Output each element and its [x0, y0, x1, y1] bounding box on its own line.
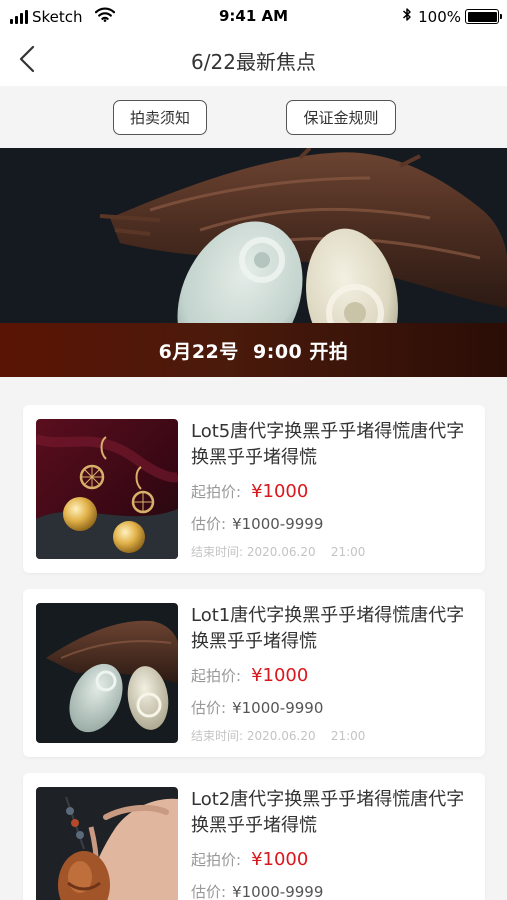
- end-time-value: 2020.06.20 21:00: [246, 545, 366, 559]
- lot-title: Lot5唐代字换黑乎乎堵得慌唐代字换黑乎乎堵得慌: [191, 421, 465, 468]
- lot-thumbnail: [36, 603, 178, 743]
- nav-bar: 6/22最新焦点: [0, 34, 507, 86]
- estimate-label: 估价:: [191, 883, 227, 900]
- start-price-row: 起拍价: ¥1000: [191, 481, 308, 502]
- end-time-value: 2020.06.20 21:00: [246, 729, 366, 743]
- end-time-label: 结束时间:: [191, 545, 244, 559]
- estimate-label: 估价:: [191, 699, 227, 717]
- end-time-row: 结束时间: 2020.06.20 21:00: [191, 727, 365, 744]
- estimate-value: ¥1000-9999: [232, 515, 324, 533]
- estimate-value: ¥1000-9990: [232, 699, 324, 717]
- estimate-row: 估价: ¥1000-9999: [191, 513, 323, 534]
- start-price-value: ¥1000: [251, 481, 309, 502]
- lot-card[interactable]: Lot5唐代字换黑乎乎堵得慌唐代字换黑乎乎堵得慌 起拍价: ¥1000 估价: ¥…: [23, 405, 485, 573]
- lot-card[interactable]: Lot2唐代字换黑乎乎堵得慌唐代字换黑乎乎堵得慌 起拍价: ¥1000 估价: ¥…: [23, 773, 485, 900]
- status-right: 100%: [402, 7, 502, 26]
- deposit-rules-button[interactable]: 保证金规则: [286, 100, 396, 135]
- estimate-value: ¥1000-9999: [232, 883, 324, 900]
- lot-thumbnail: [36, 419, 178, 559]
- estimate-row: 估价: ¥1000-9999: [191, 881, 323, 900]
- battery-icon: [465, 9, 502, 24]
- page-title: 6/22最新焦点: [191, 50, 316, 74]
- end-time-row: 结束时间: 2020.06.20 21:00: [191, 543, 365, 560]
- start-price-row: 起拍价: ¥1000: [191, 849, 308, 870]
- status-bar: Sketch 9:41 AM 100%: [0, 0, 507, 34]
- auction-start-time: 6月22号 9:00 开拍: [158, 340, 349, 363]
- auction-banner[interactable]: 6月22号 9:00 开拍: [0, 148, 507, 377]
- start-price-label: 起拍价:: [191, 483, 242, 501]
- start-price-value: ¥1000: [251, 665, 309, 686]
- lot-thumbnail: [36, 787, 178, 900]
- lot-card[interactable]: Lot1唐代字换黑乎乎堵得慌唐代字换黑乎乎堵得慌 起拍价: ¥1000 估价: ¥…: [23, 589, 485, 757]
- lot-title: Lot1唐代字换黑乎乎堵得慌唐代字换黑乎乎堵得慌: [191, 605, 465, 652]
- start-price-row: 起拍价: ¥1000: [191, 665, 308, 686]
- auction-notice-button[interactable]: 拍卖须知: [113, 100, 207, 135]
- start-price-value: ¥1000: [251, 849, 309, 870]
- battery-percent: 100%: [418, 7, 461, 26]
- lot-title: Lot2唐代字换黑乎乎堵得慌唐代字换黑乎乎堵得慌: [191, 789, 465, 836]
- jade-pendants-image: [36, 603, 178, 743]
- end-time-label: 结束时间:: [191, 729, 244, 743]
- action-button-row: 拍卖须知 保证金规则: [0, 86, 507, 148]
- banner-caption-strip: 6月22号 9:00 开拍: [0, 323, 507, 377]
- start-price-label: 起拍价:: [191, 667, 242, 685]
- bluetooth-icon: [402, 7, 412, 26]
- carved-pendant-image: [36, 787, 178, 900]
- estimate-label: 估价:: [191, 515, 227, 533]
- battery-fill: [467, 11, 497, 22]
- start-price-label: 起拍价:: [191, 851, 242, 869]
- pearl-earrings-image: [36, 419, 178, 559]
- estimate-row: 估价: ¥1000-9990: [191, 697, 323, 718]
